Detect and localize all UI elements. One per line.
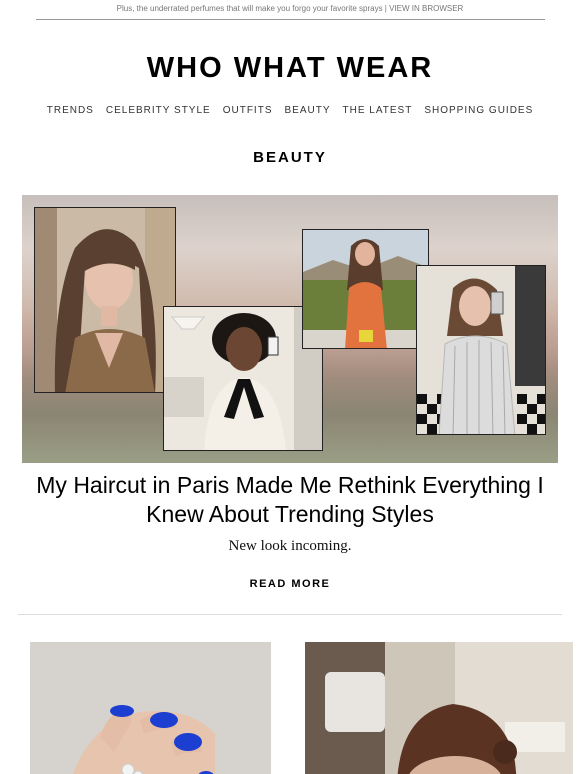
section-divider xyxy=(18,614,562,615)
nav-item-celebrity-style[interactable]: CELEBRITY STYLE xyxy=(106,105,211,116)
preheader: Plus, the underrated perfumes that will … xyxy=(0,4,580,13)
nav-item-outfits[interactable]: OUTFITS xyxy=(223,105,273,116)
nav-item-shopping-guides[interactable]: SHOPPING GUIDES xyxy=(424,105,533,116)
hero-image[interactable] xyxy=(22,195,558,463)
nav-item-trends[interactable]: TRENDS xyxy=(47,105,94,116)
article-card-image-sleek-hair[interactable] xyxy=(305,642,573,774)
portrait-illustration xyxy=(303,230,428,348)
nails-illustration xyxy=(30,642,271,774)
preheader-text: Plus, the underrated perfumes that will … xyxy=(116,4,390,13)
feature-dek: New look incoming. xyxy=(228,538,352,554)
view-in-browser-link[interactable]: VIEW IN BROWSER xyxy=(389,4,463,13)
top-divider xyxy=(36,19,545,20)
read-more-link[interactable]: READ MORE xyxy=(0,578,580,590)
hero-photo-mirror-selfie xyxy=(416,265,546,435)
hero-photo-bangs-portrait xyxy=(34,207,176,393)
sleek-hair-illustration xyxy=(305,642,573,774)
hero-photo-lace-blouse xyxy=(163,306,323,451)
portrait-illustration xyxy=(417,266,545,434)
portrait-illustration xyxy=(35,208,175,392)
portrait-illustration xyxy=(164,307,322,450)
article-card-image-nails[interactable] xyxy=(30,642,271,774)
hero-photo-vineyard xyxy=(302,229,429,349)
brand-logo[interactable]: WHO WHAT WEAR xyxy=(0,52,580,85)
nav-item-the-latest[interactable]: THE LATEST xyxy=(343,105,413,116)
main-nav: TRENDS CELEBRITY STYLE OUTFITS BEAUTY TH… xyxy=(0,105,580,116)
section-title: BEAUTY xyxy=(253,149,327,166)
nav-item-beauty[interactable]: BEAUTY xyxy=(285,105,331,116)
feature-headline[interactable]: My Haircut in Paris Made Me Rethink Ever… xyxy=(30,471,550,529)
